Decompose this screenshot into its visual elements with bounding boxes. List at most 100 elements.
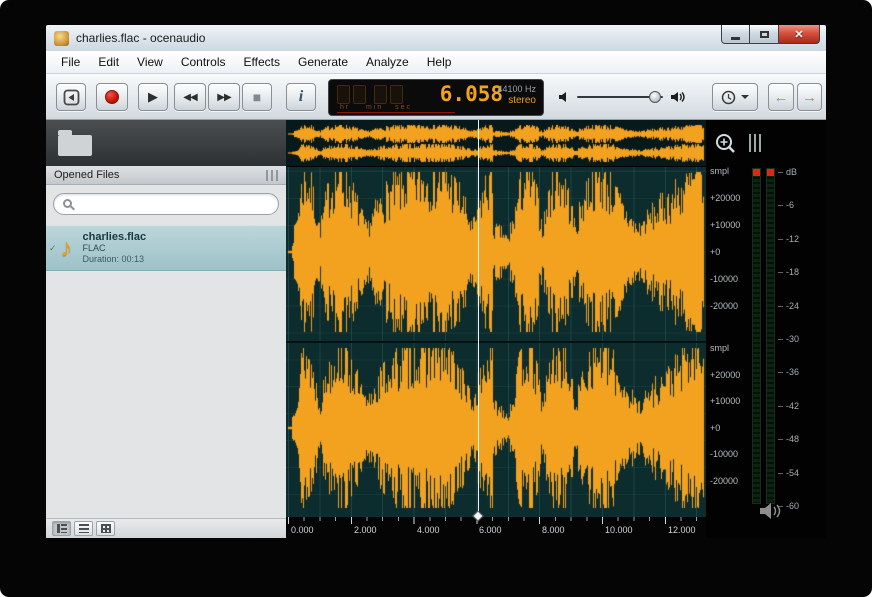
close-button[interactable]: ✕ [778, 25, 820, 44]
scale-label: -10000 [710, 449, 738, 459]
ocenaudio-window: charlies.flac - ocenaudio ✕ File Edit Vi… [0, 0, 872, 597]
view-list-button[interactable] [74, 521, 93, 536]
scale-label: smpl [710, 166, 729, 176]
view-mode-bar [46, 518, 286, 538]
scale-label: +20000 [710, 193, 740, 203]
ghost-digit [390, 85, 403, 104]
maximize-icon [760, 31, 769, 38]
meter-bar-left [752, 168, 761, 504]
titlebar: charlies.flac - ocenaudio ✕ [46, 25, 826, 51]
monitor-speaker-icon[interactable] [758, 502, 782, 520]
sample-rate: 44100 Hz [497, 84, 536, 95]
arrow-right-icon: → [802, 89, 817, 106]
menu-controls[interactable]: Controls [172, 51, 235, 73]
fast-forward-button[interactable]: ▶▶ [208, 83, 240, 111]
zoom-icon[interactable] [714, 132, 738, 156]
level-meters: dB -6 -12 -18 -24 -30 -36 -42 -48 -54 -6… [748, 120, 826, 538]
rewind-icon: ◀◀ [183, 92, 196, 103]
speaker-high-icon [670, 90, 686, 104]
folder-icon [58, 135, 92, 156]
next-button[interactable]: → [797, 83, 822, 111]
timeline-label: 2.000 [354, 525, 377, 535]
rewind-button[interactable]: ◀◀ [174, 83, 206, 111]
scale-label: +0 [710, 423, 720, 433]
waveform-overview[interactable] [286, 120, 706, 167]
clock-icon [721, 90, 736, 105]
search-box [53, 193, 279, 215]
timeline-label: 6.000 [479, 525, 502, 535]
scale-label: +10000 [710, 396, 740, 406]
menu-effects[interactable]: Effects [235, 51, 289, 73]
volume-knob[interactable] [649, 91, 661, 103]
meter-label: -12 [786, 234, 799, 244]
info-icon: i [299, 88, 303, 106]
search-icon [63, 199, 72, 208]
view-grid-button[interactable] [96, 521, 115, 536]
play-button[interactable]: ▶ [138, 83, 168, 111]
meter-label: -18 [786, 267, 799, 277]
menu-file[interactable]: File [52, 51, 89, 73]
meter-bar-right [766, 168, 775, 504]
minimize-button[interactable] [721, 25, 750, 44]
scale-label: +10000 [710, 220, 740, 230]
music-note-icon: ♪ [60, 234, 73, 263]
opened-files-panel-title: Opened Files [46, 166, 286, 185]
time-units-underline [337, 112, 455, 113]
time-format-button[interactable] [712, 83, 758, 111]
record-icon [105, 90, 119, 104]
timeline-ruler[interactable]: 0.000 2.000 4.000 6.000 8.000 10.000 12.… [286, 517, 706, 538]
menu-generate[interactable]: Generate [289, 51, 357, 73]
meter-label: -6 [786, 200, 794, 210]
meter-label: -48 [786, 434, 799, 444]
volume-slider[interactable] [577, 96, 663, 98]
grid-view-icon [101, 524, 111, 533]
peak-indicator [753, 169, 760, 176]
playhead-cursor[interactable] [478, 120, 479, 517]
file-format: FLAC [83, 243, 147, 254]
meter-label: -30 [786, 334, 799, 344]
go-to-start-icon [63, 89, 80, 106]
panel-title-label: Opened Files [54, 169, 119, 181]
play-icon: ▶ [148, 89, 158, 105]
volume-control [558, 83, 698, 111]
sidebar-header [46, 120, 286, 166]
previous-button[interactable]: ← [768, 83, 794, 111]
info-button[interactable]: i [286, 83, 316, 111]
record-button[interactable] [96, 83, 128, 111]
menu-help[interactable]: Help [418, 51, 461, 73]
meter-label: -36 [786, 367, 799, 377]
meter-label: -42 [786, 401, 799, 411]
stop-button[interactable]: ■ [242, 83, 272, 111]
scale-label: smpl [710, 343, 729, 353]
overview-canvas[interactable] [286, 120, 706, 167]
panel-handle-icon[interactable] [749, 134, 761, 152]
menubar: File Edit View Controls Effects Generate… [46, 51, 826, 74]
view-detail-button[interactable] [52, 521, 71, 536]
app-icon [54, 31, 69, 46]
panel-grip-icon[interactable] [266, 170, 278, 181]
chevron-down-icon [741, 95, 749, 99]
speaker-low-icon [558, 91, 570, 103]
timeline-label: 8.000 [542, 525, 565, 535]
meter-label: -24 [786, 301, 799, 311]
arrow-left-icon: ← [774, 89, 789, 106]
sample-scale-column: smpl +20000 +10000 +0 -10000 -20000 smpl… [706, 120, 748, 538]
meter-label: -54 [786, 468, 799, 478]
go-to-start-button[interactable] [56, 83, 86, 111]
main-area: Opened Files ✓ ♪ charlies.flac FLAC Dura… [46, 120, 826, 538]
ghost-digit [337, 85, 350, 104]
menu-view[interactable]: View [128, 51, 172, 73]
maximize-button[interactable] [750, 25, 778, 44]
check-icon: ✓ [49, 243, 57, 254]
ghost-digit [374, 85, 387, 104]
stop-icon: ■ [253, 89, 261, 105]
menu-edit[interactable]: Edit [89, 51, 128, 73]
search-input[interactable] [79, 196, 269, 213]
meter-label: -60 [786, 501, 799, 511]
file-list-item[interactable]: ✓ ♪ charlies.flac FLAC Duration: 00:13 [46, 225, 286, 271]
scale-label: -10000 [710, 274, 738, 284]
close-icon: ✕ [794, 28, 803, 41]
search-area [46, 185, 286, 223]
menu-analyze[interactable]: Analyze [357, 51, 418, 73]
list-view-icon [79, 524, 89, 533]
